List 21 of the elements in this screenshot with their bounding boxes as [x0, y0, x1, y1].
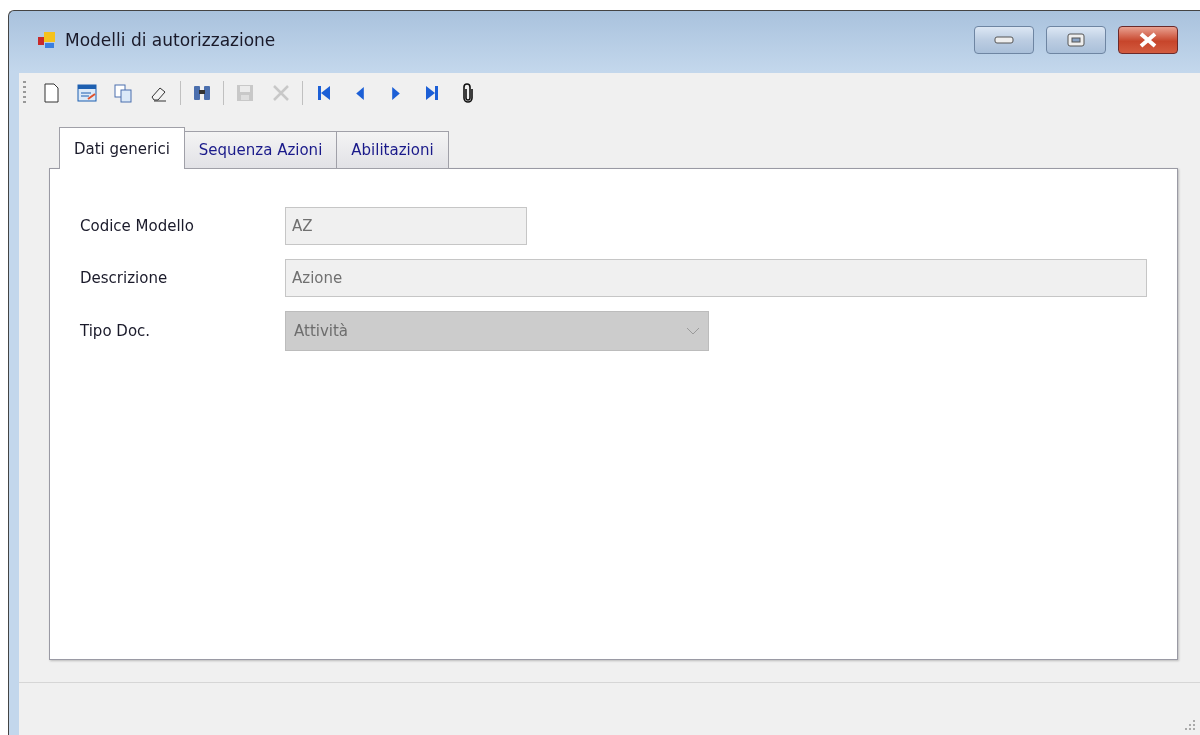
copy-icon [112, 82, 134, 104]
tab[interactable]: Sequenza Azioni [183, 131, 338, 169]
close-button[interactable] [1118, 26, 1178, 54]
minimize-icon [994, 36, 1014, 44]
minimize-button[interactable] [974, 26, 1034, 54]
field-label: Descrizione [80, 269, 169, 287]
maximize-icon [1067, 33, 1085, 47]
resize-grip-icon[interactable] [1184, 719, 1196, 731]
window-title: Modelli di autorizzazione [65, 30, 277, 50]
toolbar-grip[interactable] [23, 81, 26, 105]
close-icon [1138, 32, 1158, 48]
app-icon [37, 30, 57, 50]
chevron-down-icon [686, 327, 700, 335]
tab[interactable]: Abilitazioni [336, 131, 449, 169]
field-label: Codice Modello [80, 217, 195, 235]
form-edit-icon [76, 82, 98, 104]
maximize-button[interactable] [1046, 26, 1106, 54]
field-label: Tipo Doc. [80, 322, 152, 340]
previous-record-icon [356, 86, 364, 100]
tab[interactable]: Dati generici [59, 127, 185, 169]
next-record-icon [392, 86, 400, 100]
